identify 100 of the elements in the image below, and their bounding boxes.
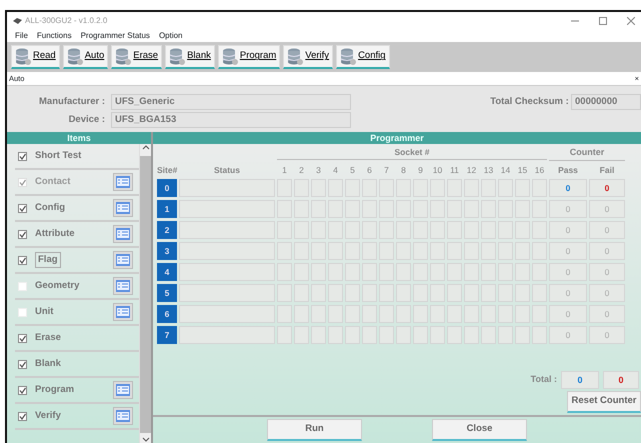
fail-count: 0 <box>589 284 625 302</box>
list-settings-icon[interactable] <box>113 199 133 217</box>
column-header: Counter <box>549 146 625 160</box>
column-header: 14 <box>500 164 512 176</box>
list-settings-icon[interactable] <box>113 277 133 295</box>
total-fail: 0 <box>603 370 639 388</box>
site-number[interactable]: 0 <box>157 179 177 198</box>
column-header: 10 <box>432 164 444 176</box>
toolbar-button[interactable]: Blank <box>165 45 215 69</box>
pass-count: 0 <box>549 263 587 282</box>
fail-count: 0 <box>589 200 625 218</box>
checkbox[interactable] <box>18 334 27 342</box>
checksum-field[interactable]: 00000000 <box>571 94 641 110</box>
database-icon <box>222 48 238 66</box>
site-number[interactable]: 7 <box>157 326 177 344</box>
socket-cell <box>464 179 479 198</box>
site-number[interactable]: 5 <box>157 284 177 302</box>
checkbox[interactable] <box>18 256 27 264</box>
checkbox[interactable] <box>18 386 27 394</box>
database-icon <box>115 48 132 66</box>
pass-count: 0 <box>549 305 587 324</box>
menu-item[interactable]: Functions <box>36 30 72 42</box>
checkbox[interactable] <box>18 360 27 368</box>
pass-count: 0 <box>549 179 587 198</box>
site-number[interactable]: 1 <box>157 200 177 218</box>
checkbox[interactable] <box>18 204 27 212</box>
total-label: Total : <box>530 372 557 386</box>
list-settings-icon[interactable] <box>113 225 133 243</box>
column-header: 6 <box>366 164 373 176</box>
database-icon <box>15 48 31 66</box>
list-settings-icon[interactable] <box>113 173 133 191</box>
pass-count: 0 <box>549 200 587 218</box>
toolbar-button[interactable]: Config <box>336 45 390 69</box>
socket-cell <box>362 179 377 198</box>
database-icon <box>169 48 186 66</box>
column-header: 9 <box>417 164 424 176</box>
list-settings-icon[interactable] <box>113 407 133 425</box>
column-header: 5 <box>349 164 356 176</box>
column-header: 12 <box>466 164 478 176</box>
list-settings-icon[interactable] <box>113 303 133 321</box>
pass-count: 0 <box>549 326 587 344</box>
dialog-button[interactable]: Close <box>432 419 527 441</box>
checkbox[interactable] <box>18 412 27 420</box>
toolbar-button[interactable]: Erase <box>111 45 162 69</box>
database-icon <box>340 48 356 66</box>
checkbox[interactable] <box>18 152 27 160</box>
fail-count: 0 <box>589 242 625 260</box>
site-number[interactable]: 2 <box>157 221 177 240</box>
menu-item[interactable]: Programmer Status <box>80 30 150 42</box>
list-settings-icon[interactable] <box>113 381 133 399</box>
item-label: Blank <box>35 356 61 371</box>
reset-counter-button[interactable]: Reset Counter <box>567 390 641 413</box>
toolbar-button[interactable]: Program <box>218 45 280 69</box>
list-settings-icon[interactable] <box>113 251 133 269</box>
socket-cell <box>532 179 547 198</box>
socket-cell <box>328 179 343 198</box>
pass-count: 0 <box>549 284 587 302</box>
fail-count: 0 <box>589 221 625 240</box>
fail-count: 0 <box>589 326 625 344</box>
dialog-button[interactable]: Run <box>267 419 362 441</box>
socket-cell <box>430 179 445 198</box>
field-label: Total Checksum : <box>490 94 569 109</box>
item-label: Short Test <box>35 148 82 163</box>
database-icon <box>66 48 83 66</box>
checkbox[interactable] <box>18 230 27 238</box>
toolbar-button[interactable]: Auto <box>62 45 108 69</box>
menu-item[interactable]: Option <box>158 30 183 42</box>
column-header: 2 <box>298 164 305 176</box>
site-number[interactable]: 6 <box>157 305 177 324</box>
item-label: Config <box>35 200 66 215</box>
column-header: 13 <box>482 164 494 176</box>
pass-count: 0 <box>549 221 587 240</box>
socket-cell <box>481 179 496 198</box>
device-field[interactable]: UFS_BGA153 <box>111 112 351 128</box>
item-label: Attribute <box>35 226 75 241</box>
panel-header: Programmer <box>153 132 641 144</box>
scroll-down-icon[interactable] <box>142 437 150 443</box>
item-label: Geometry <box>35 278 80 293</box>
fail-count: 0 <box>589 263 625 282</box>
scrollbar[interactable] <box>139 144 151 443</box>
scroll-up-icon[interactable] <box>142 144 150 150</box>
menu-item[interactable]: File <box>15 30 28 42</box>
column-header: 4 <box>332 164 339 176</box>
socket-cell <box>396 179 411 198</box>
item-label: Program <box>35 382 74 397</box>
column-header: 1 <box>281 164 288 176</box>
toolbar-button[interactable]: Verify <box>283 45 334 69</box>
column-header: Site# <box>157 164 177 176</box>
fail-count: 0 <box>589 179 625 198</box>
socket-cell <box>277 179 292 198</box>
item-label: Contact <box>35 174 70 189</box>
site-number[interactable]: 4 <box>157 263 177 282</box>
socket-cell <box>294 179 309 198</box>
toolbar-button[interactable]: Read <box>11 45 60 69</box>
panel-header: Items <box>7 132 151 144</box>
database-icon <box>287 48 304 66</box>
item-label: Erase <box>35 330 61 345</box>
manufacturer-field[interactable]: UFS_Generic <box>111 94 351 110</box>
site-number[interactable]: 3 <box>157 242 177 260</box>
column-header: Pass <box>557 164 579 176</box>
